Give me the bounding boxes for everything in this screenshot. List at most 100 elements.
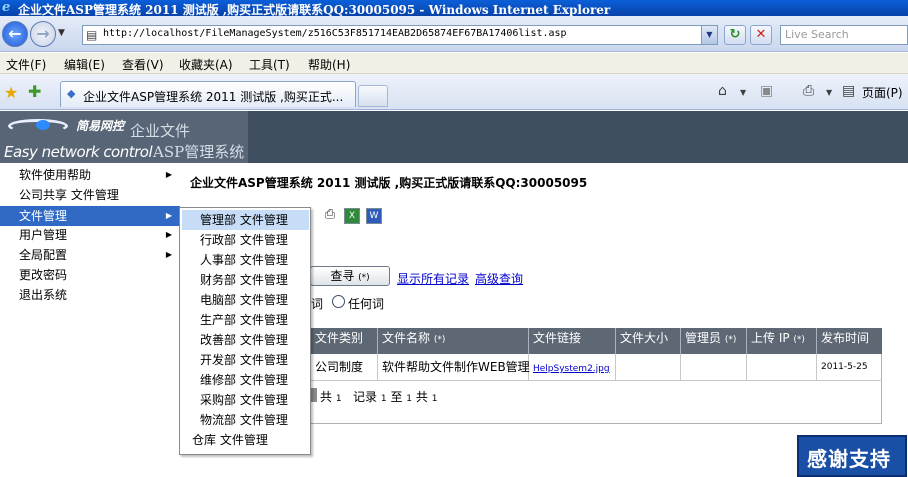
add-favorite-icon[interactable]: ✚ [28, 82, 41, 101]
home-dropdown-icon[interactable]: ▼ [740, 88, 746, 97]
stop-button[interactable]: ✕ [750, 25, 772, 45]
logo-cn-text: 简易网控 [76, 119, 125, 133]
radio-any-word[interactable] [332, 295, 345, 308]
file-management-submenu: 管理部 文件管理 行政部 文件管理 人事部 文件管理 财务部 文件管理 电脑部 … [179, 207, 311, 455]
sidebar-menu: 软件使用帮助 ▶ 公司共享 文件管理 文件管理 ▶ 用户管理 ▶ 全局配置 ▶ … [0, 163, 180, 477]
sortable-mark: (*) [724, 335, 737, 345]
radio-partial-label: 词 [311, 297, 324, 311]
sidebar-item-file-management[interactable]: 文件管理 ▶ [0, 206, 180, 226]
column-header-name[interactable]: 文件名称 (*) [378, 328, 529, 354]
pager-total-pages: 1 [335, 394, 342, 404]
sidebar-item-label: 用户管理 [19, 228, 68, 242]
sortable-mark: (*) [433, 335, 446, 345]
sidebar-item-label: 公司共享 文件管理 [19, 188, 119, 202]
submenu-item-hr[interactable]: 人事部 文件管理 [182, 250, 309, 270]
address-bar[interactable]: ▤ http://localhost/FileManageSystem/z516… [82, 25, 718, 45]
column-header-size[interactable]: 文件大小 [616, 328, 681, 354]
sidebar-item-label: 全局配置 [19, 248, 68, 262]
word-export-icon[interactable]: W [366, 208, 382, 224]
submenu-item-maintenance[interactable]: 维修部 文件管理 [182, 370, 309, 390]
recent-pages-dropdown-icon[interactable]: ▼ [58, 28, 65, 38]
column-header-label: 文件名称 [382, 331, 431, 345]
advanced-search-link[interactable]: 高级查询 [475, 270, 523, 287]
cell-date: 2011-5-25 [821, 362, 868, 372]
table-header: 文件类别 文件名称 (*) 文件链接 文件大小 管理员 (*) 上传 IP (*… [311, 328, 882, 354]
sidebar-item-help[interactable]: 软件使用帮助 ▶ [0, 165, 180, 185]
pager-records-to: 1 [406, 394, 413, 404]
print-export-icon[interactable]: ⎙ [322, 208, 338, 224]
menu-view[interactable]: 查看(V) [122, 56, 164, 73]
sidebar-item-label: 文件管理 [19, 209, 68, 223]
favorites-star-icon[interactable]: ★ [4, 83, 18, 102]
address-dropdown-icon[interactable]: ▼ [701, 26, 717, 44]
pager-icon[interactable] [311, 388, 317, 402]
column-header-link[interactable]: 文件链接 [529, 328, 616, 354]
submenu-item-admin-office[interactable]: 行政部 文件管理 [182, 230, 309, 250]
submenu-item-finance[interactable]: 财务部 文件管理 [182, 270, 309, 290]
submenu-item-it[interactable]: 电脑部 文件管理 [182, 290, 309, 310]
logo-en-text: Easy network control [4, 143, 153, 161]
column-header-label: 管理员 [685, 331, 722, 345]
menu-edit[interactable]: 编辑(E) [64, 56, 105, 73]
tab-active[interactable]: ◆ 企业文件ASP管理系统 2011 测试版 ,购买正式... [60, 81, 356, 107]
submenu-item-production[interactable]: 生产部 文件管理 [182, 310, 309, 330]
page-title: 企业文件ASP管理系统 2011 测试版 ,购买正式版请联系QQ:3000509… [190, 176, 588, 190]
radio-any-word-label: 任何词 [348, 297, 385, 311]
window-title-bar: e 企业文件ASP管理系统 2011 测试版 ,购买正式版请联系QQ:30005… [0, 0, 908, 17]
print-icon[interactable]: ⎙ [803, 83, 814, 99]
new-tab-button[interactable] [358, 85, 388, 107]
submenu-item-admin-dept[interactable]: 管理部 文件管理 [182, 210, 309, 230]
sidebar-item-logout[interactable]: 退出系统 [0, 285, 180, 305]
page-menu-icon[interactable]: ▤ [842, 83, 855, 99]
thanks-support-badge[interactable]: 感谢支持 [797, 435, 907, 477]
app-header: 简易网控 Easy network control 企业文件 ASP管理系统 [0, 111, 908, 163]
column-header-category[interactable]: 文件类别 [311, 328, 378, 354]
menu-bar: 文件(F) 编辑(E) 查看(V) 收藏夹(A) 工具(T) 帮助(H) [0, 53, 908, 74]
search-input[interactable]: Live Search [780, 25, 908, 45]
submenu-item-warehouse[interactable]: 仓库 文件管理 [182, 430, 309, 450]
sidebar-item-shared-files[interactable]: 公司共享 文件管理 [0, 185, 180, 205]
tab-title: 企业文件ASP管理系统 2011 测试版 ,购买正式... [83, 90, 344, 104]
search-button-label: 查寻 [330, 269, 355, 283]
page-icon: ▤ [86, 28, 98, 42]
pager-text: 共 [415, 390, 428, 404]
excel-export-icon[interactable]: X [344, 208, 360, 224]
submenu-arrow-icon: ▶ [165, 170, 172, 179]
pager-records-from: 1 [380, 394, 387, 404]
print-dropdown-icon[interactable]: ▼ [826, 88, 832, 97]
cell-size [616, 354, 681, 380]
back-button[interactable]: ← [2, 21, 28, 47]
column-header-label: 文件类别 [315, 331, 364, 345]
logo-dot-icon [36, 120, 50, 130]
sidebar-item-label: 更改密码 [19, 268, 68, 282]
submenu-item-improvement[interactable]: 改善部 文件管理 [182, 330, 309, 350]
sidebar-item-user-management[interactable]: 用户管理 ▶ [0, 225, 180, 245]
submenu-item-development[interactable]: 开发部 文件管理 [182, 350, 309, 370]
sidebar-item-change-password[interactable]: 更改密码 [0, 265, 180, 285]
menu-favorites[interactable]: 收藏夹(A) [179, 56, 233, 73]
column-header-ip[interactable]: 上传 IP (*) [747, 328, 817, 354]
forward-button[interactable]: → [30, 21, 56, 47]
search-button-mark: (*) [358, 273, 370, 283]
submenu-item-logistics[interactable]: 物流部 文件管理 [182, 410, 309, 430]
menu-tools[interactable]: 工具(T) [249, 56, 290, 73]
refresh-button[interactable]: ↻ [724, 25, 746, 45]
home-icon[interactable]: ⌂ [718, 83, 727, 99]
menu-file[interactable]: 文件(F) [6, 56, 46, 73]
page-menu-label[interactable]: 页面(P) [862, 84, 903, 101]
column-header-date[interactable]: 发布时间 [817, 328, 882, 354]
thanks-support-label: 感谢支持 [807, 447, 891, 471]
feeds-icon[interactable]: ▣ [760, 83, 773, 99]
search-button[interactable]: 查寻 (*) [310, 266, 390, 286]
row-divider [311, 380, 882, 381]
sidebar-item-global-config[interactable]: 全局配置 ▶ [0, 245, 180, 265]
tab-page-icon: ◆ [67, 87, 76, 100]
submenu-item-purchasing[interactable]: 采购部 文件管理 [182, 390, 309, 410]
pager: 共 1 记录 1 至 1 共 1 [320, 388, 437, 405]
file-link[interactable]: HelpSystem2.jpg [533, 364, 610, 374]
column-header-label: 发布时间 [821, 331, 870, 345]
show-all-records-link[interactable]: 显示所有记录 [397, 270, 469, 287]
menu-help[interactable]: 帮助(H) [308, 56, 350, 73]
column-header-admin[interactable]: 管理员 (*) [681, 328, 747, 354]
submenu-arrow-icon: ▶ [165, 230, 172, 239]
